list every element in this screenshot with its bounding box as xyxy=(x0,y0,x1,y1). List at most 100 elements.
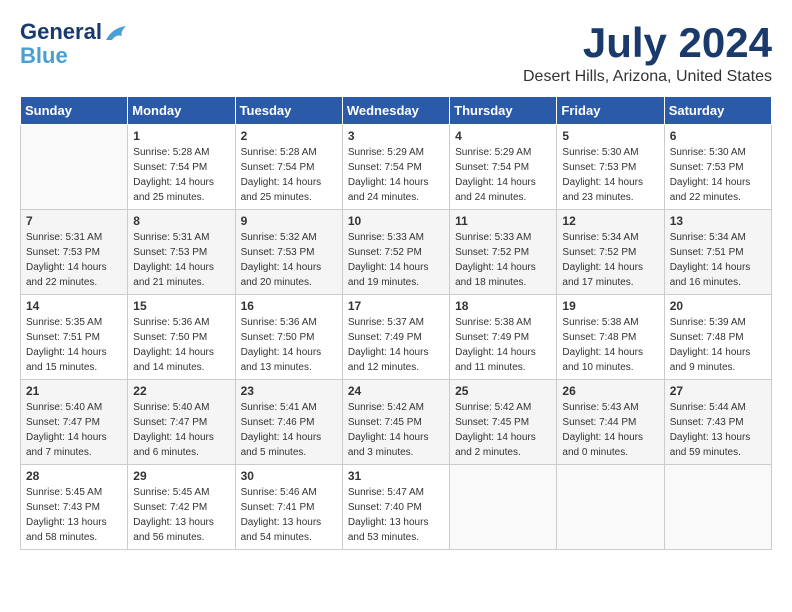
calendar-cell: 18Sunrise: 5:38 AM Sunset: 7:49 PM Dayli… xyxy=(450,295,557,380)
calendar-cell: 1Sunrise: 5:28 AM Sunset: 7:54 PM Daylig… xyxy=(128,125,235,210)
day-info: Sunrise: 5:34 AM Sunset: 7:52 PM Dayligh… xyxy=(562,230,658,290)
day-number: 25 xyxy=(455,384,551,398)
logo-text: GeneralBlue xyxy=(20,20,102,68)
calendar-cell: 10 Sunrise: 5:33 AM Sunset: 7:52 PM Dayli… xyxy=(342,210,449,295)
calendar-cell: 19Sunrise: 5:38 AM Sunset: 7:48 PM Dayli… xyxy=(557,295,664,380)
calendar-cell: 8Sunrise: 5:31 AM Sunset: 7:53 PM Daylig… xyxy=(128,210,235,295)
day-info: Sunrise: 5:40 AM Sunset: 7:47 PM Dayligh… xyxy=(26,400,122,460)
day-number: 19 xyxy=(562,299,658,313)
logo-bird-icon xyxy=(104,26,126,44)
calendar-cell: 11 Sunrise: 5:33 AM Sunset: 7:52 PM Dayli… xyxy=(450,210,557,295)
day-info: Sunrise: 5:31 AM Sunset: 7:53 PM Dayligh… xyxy=(26,230,122,290)
day-info: Sunrise: 5:44 AM Sunset: 7:43 PM Dayligh… xyxy=(670,400,766,460)
day-number: 11 xyxy=(455,214,551,228)
calendar-table: SundayMondayTuesdayWednesdayThursdayFrid… xyxy=(20,96,772,550)
day-info: Sunrise: 5:47 AM Sunset: 7:40 PM Dayligh… xyxy=(348,485,444,545)
calendar-cell: 27Sunrise: 5:44 AM Sunset: 7:43 PM Dayli… xyxy=(664,380,771,465)
day-number: 26 xyxy=(562,384,658,398)
calendar-cell: 12 Sunrise: 5:34 AM Sunset: 7:52 PM Dayli… xyxy=(557,210,664,295)
day-info: Sunrise: 5:45 AM Sunset: 7:42 PM Dayligh… xyxy=(133,485,229,545)
week-row-3: 14Sunrise: 5:35 AM Sunset: 7:51 PM Dayli… xyxy=(21,295,772,380)
header-row: SundayMondayTuesdayWednesdayThursdayFrid… xyxy=(21,97,772,125)
calendar-cell: 7 Sunrise: 5:31 AM Sunset: 7:53 PM Daylig… xyxy=(21,210,128,295)
calendar-cell: 25 Sunrise: 5:42 AM Sunset: 7:45 PM Dayli… xyxy=(450,380,557,465)
day-info: Sunrise: 5:29 AM Sunset: 7:54 PM Dayligh… xyxy=(348,145,444,205)
day-info: Sunrise: 5:39 AM Sunset: 7:48 PM Dayligh… xyxy=(670,315,766,375)
day-info: Sunrise: 5:42 AM Sunset: 7:45 PM Dayligh… xyxy=(348,400,444,460)
day-number: 28 xyxy=(26,469,122,483)
day-info: Sunrise: 5:30 AM Sunset: 7:53 PM Dayligh… xyxy=(562,145,658,205)
day-info: Sunrise: 5:33 AM Sunset: 7:52 PM Dayligh… xyxy=(348,230,444,290)
day-number: 10 xyxy=(348,214,444,228)
day-info: Sunrise: 5:41 AM Sunset: 7:46 PM Dayligh… xyxy=(241,400,337,460)
day-info: Sunrise: 5:46 AM Sunset: 7:41 PM Dayligh… xyxy=(241,485,337,545)
day-header-thursday: Thursday xyxy=(450,97,557,125)
day-number: 7 xyxy=(26,214,122,228)
day-info: Sunrise: 5:45 AM Sunset: 7:43 PM Dayligh… xyxy=(26,485,122,545)
day-number: 30 xyxy=(241,469,337,483)
day-info: Sunrise: 5:40 AM Sunset: 7:47 PM Dayligh… xyxy=(133,400,229,460)
calendar-cell: 16 Sunrise: 5:36 AM Sunset: 7:50 PM Dayli… xyxy=(235,295,342,380)
day-number: 22 xyxy=(133,384,229,398)
calendar-cell: 6 Sunrise: 5:30 AM Sunset: 7:53 PM Daylig… xyxy=(664,125,771,210)
calendar-cell: 24 Sunrise: 5:42 AM Sunset: 7:45 PM Dayli… xyxy=(342,380,449,465)
day-number: 23 xyxy=(241,384,337,398)
day-number: 13 xyxy=(670,214,766,228)
calendar-cell xyxy=(450,465,557,550)
calendar-cell: 9 Sunrise: 5:32 AM Sunset: 7:53 PM Daylig… xyxy=(235,210,342,295)
calendar-cell: 15 Sunrise: 5:36 AM Sunset: 7:50 PM Dayli… xyxy=(128,295,235,380)
week-row-2: 7 Sunrise: 5:31 AM Sunset: 7:53 PM Daylig… xyxy=(21,210,772,295)
calendar-cell: 13 Sunrise: 5:34 AM Sunset: 7:51 PM Dayli… xyxy=(664,210,771,295)
day-header-monday: Monday xyxy=(128,97,235,125)
day-info: Sunrise: 5:31 AM Sunset: 7:53 PM Dayligh… xyxy=(133,230,229,290)
calendar-cell: 5Sunrise: 5:30 AM Sunset: 7:53 PM Daylig… xyxy=(557,125,664,210)
day-info: Sunrise: 5:36 AM Sunset: 7:50 PM Dayligh… xyxy=(133,315,229,375)
day-number: 29 xyxy=(133,469,229,483)
day-header-saturday: Saturday xyxy=(664,97,771,125)
logo: GeneralBlue xyxy=(20,20,126,68)
day-header-sunday: Sunday xyxy=(21,97,128,125)
calendar-cell xyxy=(664,465,771,550)
calendar-cell: 23 Sunrise: 5:41 AM Sunset: 7:46 PM Dayli… xyxy=(235,380,342,465)
day-info: Sunrise: 5:42 AM Sunset: 7:45 PM Dayligh… xyxy=(455,400,551,460)
calendar-cell: 17 Sunrise: 5:37 AM Sunset: 7:49 PM Dayli… xyxy=(342,295,449,380)
day-number: 1 xyxy=(133,129,229,143)
day-number: 3 xyxy=(348,129,444,143)
day-info: Sunrise: 5:33 AM Sunset: 7:52 PM Dayligh… xyxy=(455,230,551,290)
day-info: Sunrise: 5:37 AM Sunset: 7:49 PM Dayligh… xyxy=(348,315,444,375)
calendar-cell: 22 Sunrise: 5:40 AM Sunset: 7:47 PM Dayli… xyxy=(128,380,235,465)
day-number: 31 xyxy=(348,469,444,483)
day-number: 12 xyxy=(562,214,658,228)
calendar-cell: 26 Sunrise: 5:43 AM Sunset: 7:44 PM Dayli… xyxy=(557,380,664,465)
day-number: 15 xyxy=(133,299,229,313)
day-info: Sunrise: 5:28 AM Sunset: 7:54 PM Dayligh… xyxy=(241,145,337,205)
day-number: 17 xyxy=(348,299,444,313)
day-info: Sunrise: 5:38 AM Sunset: 7:49 PM Dayligh… xyxy=(455,315,551,375)
day-number: 9 xyxy=(241,214,337,228)
week-row-4: 21 Sunrise: 5:40 AM Sunset: 7:47 PM Dayli… xyxy=(21,380,772,465)
calendar-cell: 29 Sunrise: 5:45 AM Sunset: 7:42 PM Dayli… xyxy=(128,465,235,550)
day-number: 24 xyxy=(348,384,444,398)
day-info: Sunrise: 5:29 AM Sunset: 7:54 PM Dayligh… xyxy=(455,145,551,205)
logo-blue: Blue xyxy=(20,43,68,68)
day-info: Sunrise: 5:32 AM Sunset: 7:53 PM Dayligh… xyxy=(241,230,337,290)
day-number: 16 xyxy=(241,299,337,313)
day-info: Sunrise: 5:30 AM Sunset: 7:53 PM Dayligh… xyxy=(670,145,766,205)
calendar-cell: 20 Sunrise: 5:39 AM Sunset: 7:48 PM Dayli… xyxy=(664,295,771,380)
calendar-cell: 28 Sunrise: 5:45 AM Sunset: 7:43 PM Dayli… xyxy=(21,465,128,550)
day-number: 6 xyxy=(670,129,766,143)
day-number: 14 xyxy=(26,299,122,313)
day-header-wednesday: Wednesday xyxy=(342,97,449,125)
page-header: GeneralBlue July 2024 Desert Hills, Ariz… xyxy=(20,20,772,86)
day-number: 20 xyxy=(670,299,766,313)
day-info: Sunrise: 5:34 AM Sunset: 7:51 PM Dayligh… xyxy=(670,230,766,290)
month-title: July 2024 xyxy=(523,20,772,66)
calendar-cell: 4Sunrise: 5:29 AM Sunset: 7:54 PM Daylig… xyxy=(450,125,557,210)
calendar-cell: 2Sunrise: 5:28 AM Sunset: 7:54 PM Daylig… xyxy=(235,125,342,210)
calendar-cell: 14Sunrise: 5:35 AM Sunset: 7:51 PM Dayli… xyxy=(21,295,128,380)
day-number: 21 xyxy=(26,384,122,398)
calendar-cell xyxy=(557,465,664,550)
day-info: Sunrise: 5:43 AM Sunset: 7:44 PM Dayligh… xyxy=(562,400,658,460)
week-row-1: 1 Sunrise: 5:28 AM Sunset: 7:54 PM Daylig… xyxy=(21,125,772,210)
day-info: Sunrise: 5:36 AM Sunset: 7:50 PM Dayligh… xyxy=(241,315,337,375)
